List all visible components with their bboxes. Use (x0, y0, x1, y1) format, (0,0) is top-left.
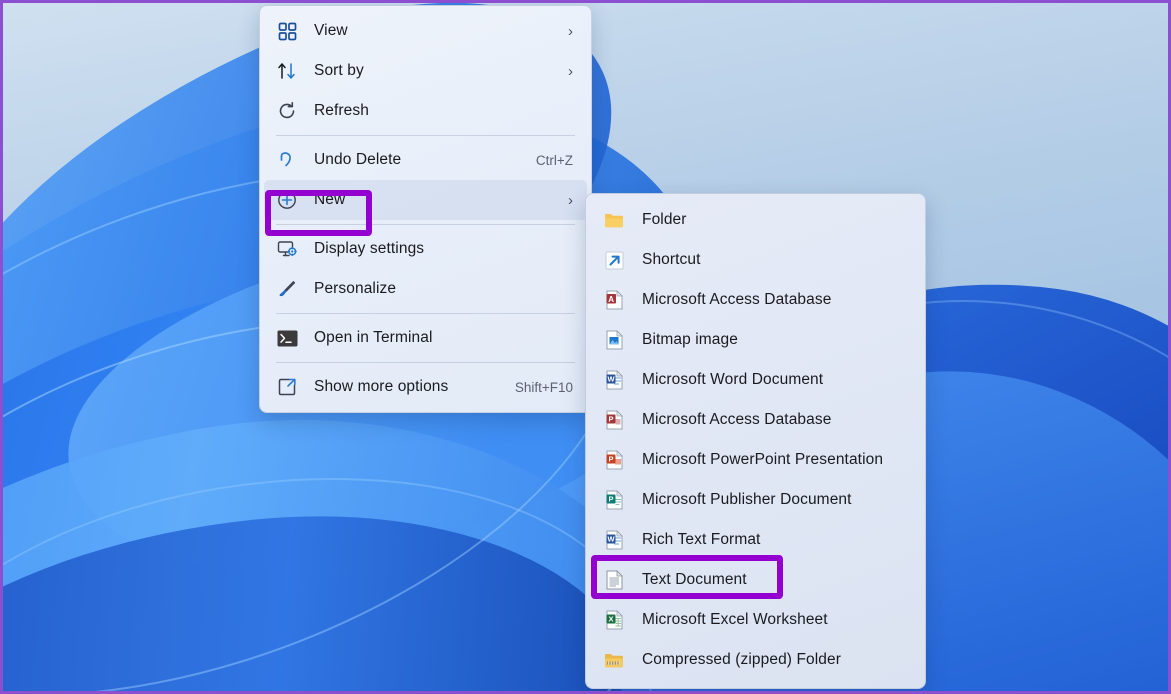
submenu-item-label: Microsoft PowerPoint Presentation (642, 451, 884, 468)
menu-separator (276, 313, 575, 314)
context-menu-item-personalize[interactable]: Personalize (264, 269, 587, 309)
publisher-icon: P (604, 490, 624, 510)
context-menu-item-shortcut: Shift+F10 (514, 379, 573, 395)
context-menu-item-refresh[interactable]: Refresh (264, 91, 587, 131)
submenu-item-label: Shortcut (642, 251, 701, 268)
submenu-item-publisher-document[interactable]: P Microsoft Publisher Document (590, 480, 921, 520)
context-menu-item-new[interactable]: New › (264, 180, 587, 220)
svg-text:A: A (608, 295, 614, 304)
text-document-icon (604, 570, 624, 590)
chevron-right-icon: › (568, 191, 573, 209)
context-menu-item-display-settings[interactable]: Display settings (264, 229, 587, 269)
new-submenu: Folder Shortcut A Microsoft Access Datab… (585, 193, 926, 689)
chevron-right-icon: › (568, 22, 573, 40)
shortcut-icon (604, 250, 624, 270)
submenu-item-powerpoint-presentation[interactable]: P Microsoft PowerPoint Presentation (590, 440, 921, 480)
submenu-item-label: Microsoft Excel Worksheet (642, 611, 828, 628)
submenu-item-label: Microsoft Access Database (642, 291, 832, 308)
submenu-item-word-document[interactable]: W Microsoft Word Document (590, 360, 921, 400)
svg-text:W: W (607, 375, 615, 384)
menu-separator (276, 135, 575, 136)
context-menu-item-label: Open in Terminal (314, 329, 433, 346)
svg-text:P: P (608, 455, 613, 464)
view-grid-icon (276, 20, 298, 42)
context-menu-item-label: Personalize (314, 280, 397, 297)
context-menu-item-label: Undo Delete (314, 151, 402, 168)
context-menu-item-shortcut: Ctrl+Z (535, 152, 573, 168)
show-more-options-icon (276, 376, 298, 398)
context-menu-item-label: View (314, 22, 348, 39)
submenu-item-folder[interactable]: Folder (590, 200, 921, 240)
submenu-item-bitmap-image[interactable]: Bitmap image (590, 320, 921, 360)
screen: View › Sort by › Refresh Undo Delete Ctr… (0, 0, 1171, 694)
submenu-item-label: Compressed (zipped) Folder (642, 651, 842, 668)
context-menu-item-view[interactable]: View › (264, 11, 587, 51)
access-database-icon: A (604, 290, 624, 310)
submenu-item-compressed-folder[interactable]: Compressed (zipped) Folder (590, 640, 921, 680)
plus-circle-icon (276, 189, 298, 211)
context-menu-item-open-in-terminal[interactable]: Open in Terminal (264, 318, 587, 358)
submenu-item-shortcut[interactable]: Shortcut (590, 240, 921, 280)
submenu-item-access-database-alt[interactable]: P Microsoft Access Database (590, 400, 921, 440)
access-database-alt-icon: P (604, 410, 624, 430)
menu-separator (276, 362, 575, 363)
context-menu-item-label: Display settings (314, 240, 425, 257)
submenu-item-label: Microsoft Access Database (642, 411, 832, 428)
context-menu-item-sort-by[interactable]: Sort by › (264, 51, 587, 91)
rich-text-icon: W (604, 530, 624, 550)
submenu-item-label: Rich Text Format (642, 531, 761, 548)
chevron-right-icon: › (568, 62, 573, 80)
undo-icon (276, 149, 298, 171)
excel-icon: X (604, 610, 624, 630)
context-menu-item-label: Refresh (314, 102, 369, 119)
submenu-item-label: Microsoft Publisher Document (642, 491, 852, 508)
svg-text:P: P (608, 495, 613, 504)
sort-arrows-icon (276, 60, 298, 82)
bitmap-image-icon (604, 330, 624, 350)
refresh-icon (276, 100, 298, 122)
submenu-item-label: Bitmap image (642, 331, 738, 348)
submenu-item-label: Folder (642, 211, 687, 228)
zipped-folder-icon (604, 650, 624, 670)
desktop-context-menu: View › Sort by › Refresh Undo Delete Ctr… (259, 5, 592, 413)
submenu-item-label: Text Document (642, 571, 747, 588)
submenu-item-excel-worksheet[interactable]: X Microsoft Excel Worksheet (590, 600, 921, 640)
display-settings-icon (276, 238, 298, 260)
folder-icon (604, 210, 624, 230)
context-menu-item-undo-delete[interactable]: Undo Delete Ctrl+Z (264, 140, 587, 180)
submenu-item-access-database[interactable]: A Microsoft Access Database (590, 280, 921, 320)
svg-text:X: X (608, 615, 613, 624)
menu-separator (276, 224, 575, 225)
context-menu-item-label: New (314, 191, 346, 208)
context-menu-item-label: Show more options (314, 378, 449, 395)
submenu-item-label: Microsoft Word Document (642, 371, 824, 388)
submenu-item-rich-text-format[interactable]: W Rich Text Format (590, 520, 921, 560)
powerpoint-icon: P (604, 450, 624, 470)
svg-text:P: P (608, 415, 613, 424)
context-menu-item-show-more-options[interactable]: Show more options Shift+F10 (264, 367, 587, 407)
submenu-item-text-document[interactable]: Text Document (590, 560, 921, 600)
paintbrush-icon (276, 278, 298, 300)
terminal-icon (276, 327, 298, 349)
word-document-icon: W (604, 370, 624, 390)
svg-text:W: W (607, 535, 615, 544)
context-menu-item-label: Sort by (314, 62, 364, 79)
